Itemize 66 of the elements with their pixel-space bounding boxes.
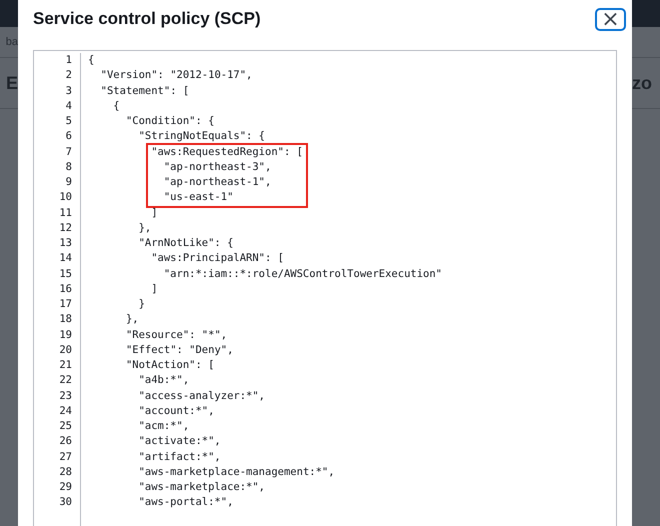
line-number: 15 — [58, 266, 72, 282]
code-line: "Version": "2012-10-17", — [100, 69, 252, 82]
line-number: 16 — [58, 282, 72, 297]
line-number: 9 — [64, 175, 72, 190]
code-line: "Resource": "*", — [126, 328, 228, 340]
line-number: 7 — [64, 144, 72, 160]
code-line: "aws-portal:*", — [138, 496, 234, 508]
line-number: 30 — [58, 495, 72, 510]
code-line: "us-east-1" — [164, 191, 234, 204]
line-number: 19 — [58, 328, 72, 342]
code-line: "arn:*:iam::*:role/AWSControlTowerExecution" — [164, 268, 442, 280]
line-number: 20 — [58, 342, 72, 358]
code-line: "aws-marketplace-management:*", — [138, 466, 335, 478]
line-number: 26 — [58, 434, 72, 450]
background-heading: zo — [632, 72, 652, 94]
code-line: "a4b:*", — [138, 374, 190, 386]
code-line: "ap-northeast-3", — [164, 160, 272, 173]
code-line: "ArnNotLike": { — [138, 237, 234, 249]
code-line: { — [88, 54, 94, 66]
top-bar — [0, 0, 18, 27]
code-line: }, — [138, 222, 152, 234]
line-number: 17 — [58, 297, 72, 312]
line-number: 6 — [64, 129, 72, 144]
line-number: 13 — [58, 236, 72, 251]
line-number: 4 — [64, 98, 72, 114]
line-number: 18 — [58, 312, 72, 328]
code-line: "account:*", — [138, 404, 214, 417]
line-number: 5 — [64, 114, 72, 129]
code-line: "ap-northeast-1", — [164, 176, 272, 188]
modal-title: Service control policy (SCP) — [33, 9, 261, 29]
line-number: 8 — [64, 160, 72, 175]
code-line: "aws-marketplace:*", — [138, 481, 266, 493]
code-line: "NotAction": [ — [126, 359, 214, 371]
code-line: "aws:RequestedRegion": [ — [151, 146, 303, 158]
line-number: 1 — [64, 53, 72, 68]
code-line: "access-analyzer:*", — [138, 390, 266, 402]
code-line: "Condition": { — [126, 115, 214, 127]
line-number: 2 — [64, 68, 72, 84]
line-number: 21 — [58, 358, 72, 373]
line-number: 11 — [58, 206, 72, 220]
code-line: "Statement": [ — [100, 84, 190, 96]
code-line: "acm:*", — [138, 420, 190, 432]
top-bar — [632, 0, 660, 27]
line-number: 10 — [58, 190, 72, 206]
line-number: 25 — [58, 419, 72, 434]
code-line: { — [113, 100, 120, 112]
code-line: "Effect": "Deny", — [126, 344, 234, 356]
line-number: 23 — [58, 388, 72, 404]
code-line: "activate:*", — [138, 435, 221, 448]
code-line: } — [138, 298, 145, 310]
line-number: 14 — [58, 251, 72, 266]
line-number: 24 — [58, 404, 72, 419]
line-number: 28 — [58, 464, 72, 480]
line-number: 12 — [58, 220, 72, 236]
code-line: }, — [126, 313, 139, 326]
code-line: "StringNotEquals": { — [138, 130, 266, 142]
line-number: 3 — [64, 84, 72, 98]
line-number: 27 — [58, 450, 72, 464]
code-line: ] — [151, 282, 158, 295]
close-button[interactable]: × — [595, 8, 626, 30]
background-heading: E — [6, 72, 18, 94]
code-line: "artifact:*", — [138, 450, 221, 462]
code-line: ] — [151, 206, 158, 218]
code-line: "aws:PrincipalARN": [ — [151, 252, 284, 264]
line-number: 22 — [58, 373, 72, 388]
line-number: 29 — [58, 480, 72, 495]
